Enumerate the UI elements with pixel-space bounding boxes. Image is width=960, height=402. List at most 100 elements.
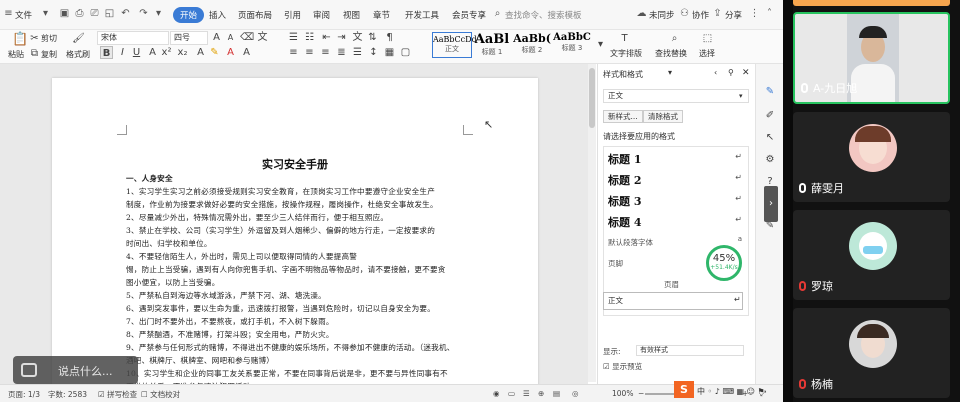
style-item-default-font[interactable]: 默认段落字体 (608, 237, 653, 248)
font-color-icon[interactable]: A (224, 46, 237, 59)
font-name-select[interactable]: 宋体 (97, 31, 169, 45)
select-button[interactable]: 选择 (699, 48, 715, 59)
style-normal-tile[interactable]: AaBbCcDd 正文 (432, 32, 477, 58)
format-painter-icon[interactable]: 🖌 (72, 32, 85, 45)
numbered-list-icon[interactable]: ☷ (303, 31, 316, 44)
style-item-footer[interactable]: 页脚 (608, 258, 623, 269)
font-size-select[interactable]: 四号 (170, 31, 208, 45)
view-print-icon[interactable]: ▭ (508, 389, 515, 398)
style-item-heading1[interactable]: 标题 1 (608, 151, 641, 167)
border-icon[interactable]: ▢ (399, 46, 412, 59)
chat-input[interactable]: 说点什么... (58, 363, 113, 379)
zoom-level[interactable]: 100% (612, 389, 633, 398)
text-tools-icon[interactable]: T (618, 32, 631, 45)
adjust-rail-icon[interactable]: ⚙ (764, 154, 776, 166)
underline-icon[interactable]: U (130, 46, 143, 59)
collapse-pane-button[interactable]: › (764, 186, 778, 222)
tab-view[interactable]: 视图 (343, 9, 360, 21)
find-replace-icon[interactable]: ⌕ (668, 32, 681, 45)
italic-icon[interactable]: I (116, 46, 129, 59)
search-icon[interactable]: ⌕ (492, 8, 503, 19)
align-center-icon[interactable]: ≡ (303, 46, 316, 59)
save-icon[interactable]: ▣ (59, 8, 70, 19)
pane-back-icon[interactable]: ‹ (714, 68, 717, 77)
file-menu[interactable]: 文件 (15, 9, 32, 21)
participant-tile[interactable]: 薛雯月 (793, 112, 950, 202)
font-effects-icon[interactable]: A (194, 46, 207, 59)
tab-chapter[interactable]: 章节 (373, 9, 390, 21)
strikethrough-icon[interactable]: A (146, 46, 159, 59)
find-replace-button[interactable]: 查找替换 (655, 48, 687, 59)
participant-tile[interactable]: A-九日旭 (793, 12, 950, 104)
panel-divider[interactable] (783, 0, 793, 402)
align-right-icon[interactable]: ≡ (319, 46, 332, 59)
styles-more-icon[interactable]: ▾ (594, 38, 607, 51)
sync-status[interactable]: 未同步 (649, 9, 675, 21)
style-item-header[interactable]: 页眉 (664, 279, 679, 290)
style-item-heading3[interactable]: 标题 3 (608, 193, 641, 209)
ime-toolbar[interactable]: 中 ◦ ♪ ⌨ ▦ ☺ ⚑ (697, 386, 765, 397)
chevron-right-icon[interactable]: › (478, 8, 489, 19)
preview-icon[interactable]: ◱ (104, 8, 115, 19)
clear-format-icon[interactable]: ⌫ (240, 31, 254, 44)
scrollbar-thumb[interactable] (589, 68, 595, 128)
chat-input-bar[interactable]: 说点什么... (13, 356, 138, 384)
export-pdf-icon[interactable]: ⎙ (74, 8, 85, 19)
distributed-icon[interactable]: ☰ (351, 46, 364, 59)
view-normal-icon[interactable]: ◉ (493, 389, 500, 398)
select-icon[interactable]: ⬚ (701, 32, 714, 45)
style-heading1-tile[interactable]: AaBl 标题 1 (473, 32, 511, 58)
grow-font-icon[interactable]: A (210, 31, 223, 44)
chevron-down-icon[interactable]: ▾ (739, 92, 743, 100)
word-count[interactable]: 字数: 2583 (48, 389, 87, 400)
tab-references[interactable]: 引用 (284, 9, 301, 21)
pane-close-icon[interactable]: ✕ (742, 68, 750, 78)
style-heading2-tile[interactable]: AaBb( 标题 2 (512, 32, 552, 58)
document-scrollbar[interactable] (588, 64, 596, 382)
current-style-select[interactable]: 正文 (603, 89, 749, 103)
undo-icon[interactable]: ↶ (120, 8, 131, 19)
increase-indent-icon[interactable]: ⇥ (335, 31, 348, 44)
proofread-toggle[interactable]: ☐ 文档校对 (141, 389, 180, 400)
tab-insert[interactable]: 插入 (209, 9, 226, 21)
new-style-button[interactable]: 新样式... (603, 110, 643, 123)
share-button[interactable]: 分享 (725, 9, 742, 21)
shrink-font-icon[interactable]: A (224, 31, 237, 44)
char-border-icon[interactable]: A (240, 46, 253, 59)
zoom-out-icon[interactable]: − (638, 389, 644, 398)
view-web-icon[interactable]: ⊕ (538, 389, 544, 398)
align-left-icon[interactable]: ≡ (287, 46, 300, 59)
dropdown-icon[interactable]: ▾ (40, 8, 51, 19)
edit-rail-icon[interactable]: ✐ (764, 110, 776, 122)
bold-icon[interactable]: B (100, 46, 113, 59)
print-icon[interactable]: ⎚ (89, 8, 100, 19)
share-icon[interactable]: ⇪ (712, 8, 723, 19)
collaborate-button[interactable]: 协作 (692, 9, 709, 21)
document-page[interactable]: 实习安全手册 一、人身安全 1、实习学生实习之前必须接受规则实习安全教育，在顶岗实… (52, 78, 538, 398)
text-tools-button[interactable]: 文字排版 (610, 48, 642, 59)
participant-tile[interactable]: 杨楠 (793, 308, 950, 398)
bullet-list-icon[interactable]: ☰ (287, 31, 300, 44)
paste-button[interactable]: 粘贴 (8, 49, 24, 60)
phonetic-icon[interactable]: 文 (256, 31, 269, 44)
collaborate-icon[interactable]: ⚇ (679, 8, 690, 19)
cloud-icon[interactable]: ☁ (636, 8, 647, 19)
cut-button[interactable]: 剪切 (41, 33, 57, 44)
view-outline-icon[interactable]: ☰ (523, 389, 530, 398)
more-options-icon[interactable]: ⋮ (749, 8, 760, 19)
subscript-icon[interactable]: x₂ (176, 46, 189, 59)
pane-dropdown-icon[interactable]: ▾ (668, 68, 672, 77)
selected-style-box[interactable]: 正文 (603, 292, 743, 310)
chinese-layout-icon[interactable]: 文 (351, 31, 364, 44)
eye-protect-icon[interactable]: ◎ (572, 389, 579, 398)
sogou-ime-icon[interactable]: S (674, 381, 694, 398)
show-filter-select[interactable]: 有效样式 (636, 345, 744, 356)
tab-page-layout[interactable]: 页面布局 (238, 9, 272, 21)
tab-home[interactable]: 开始 (173, 7, 205, 23)
copy-button[interactable]: 复制 (41, 49, 57, 60)
justify-icon[interactable]: ≣ (335, 46, 348, 59)
tab-review[interactable]: 审阅 (313, 9, 330, 21)
highlight-icon[interactable]: ✎ (208, 46, 221, 59)
sort-icon[interactable]: ⇅ (366, 31, 379, 44)
spell-check-toggle[interactable]: ☑ 拼写检查 (98, 389, 137, 400)
